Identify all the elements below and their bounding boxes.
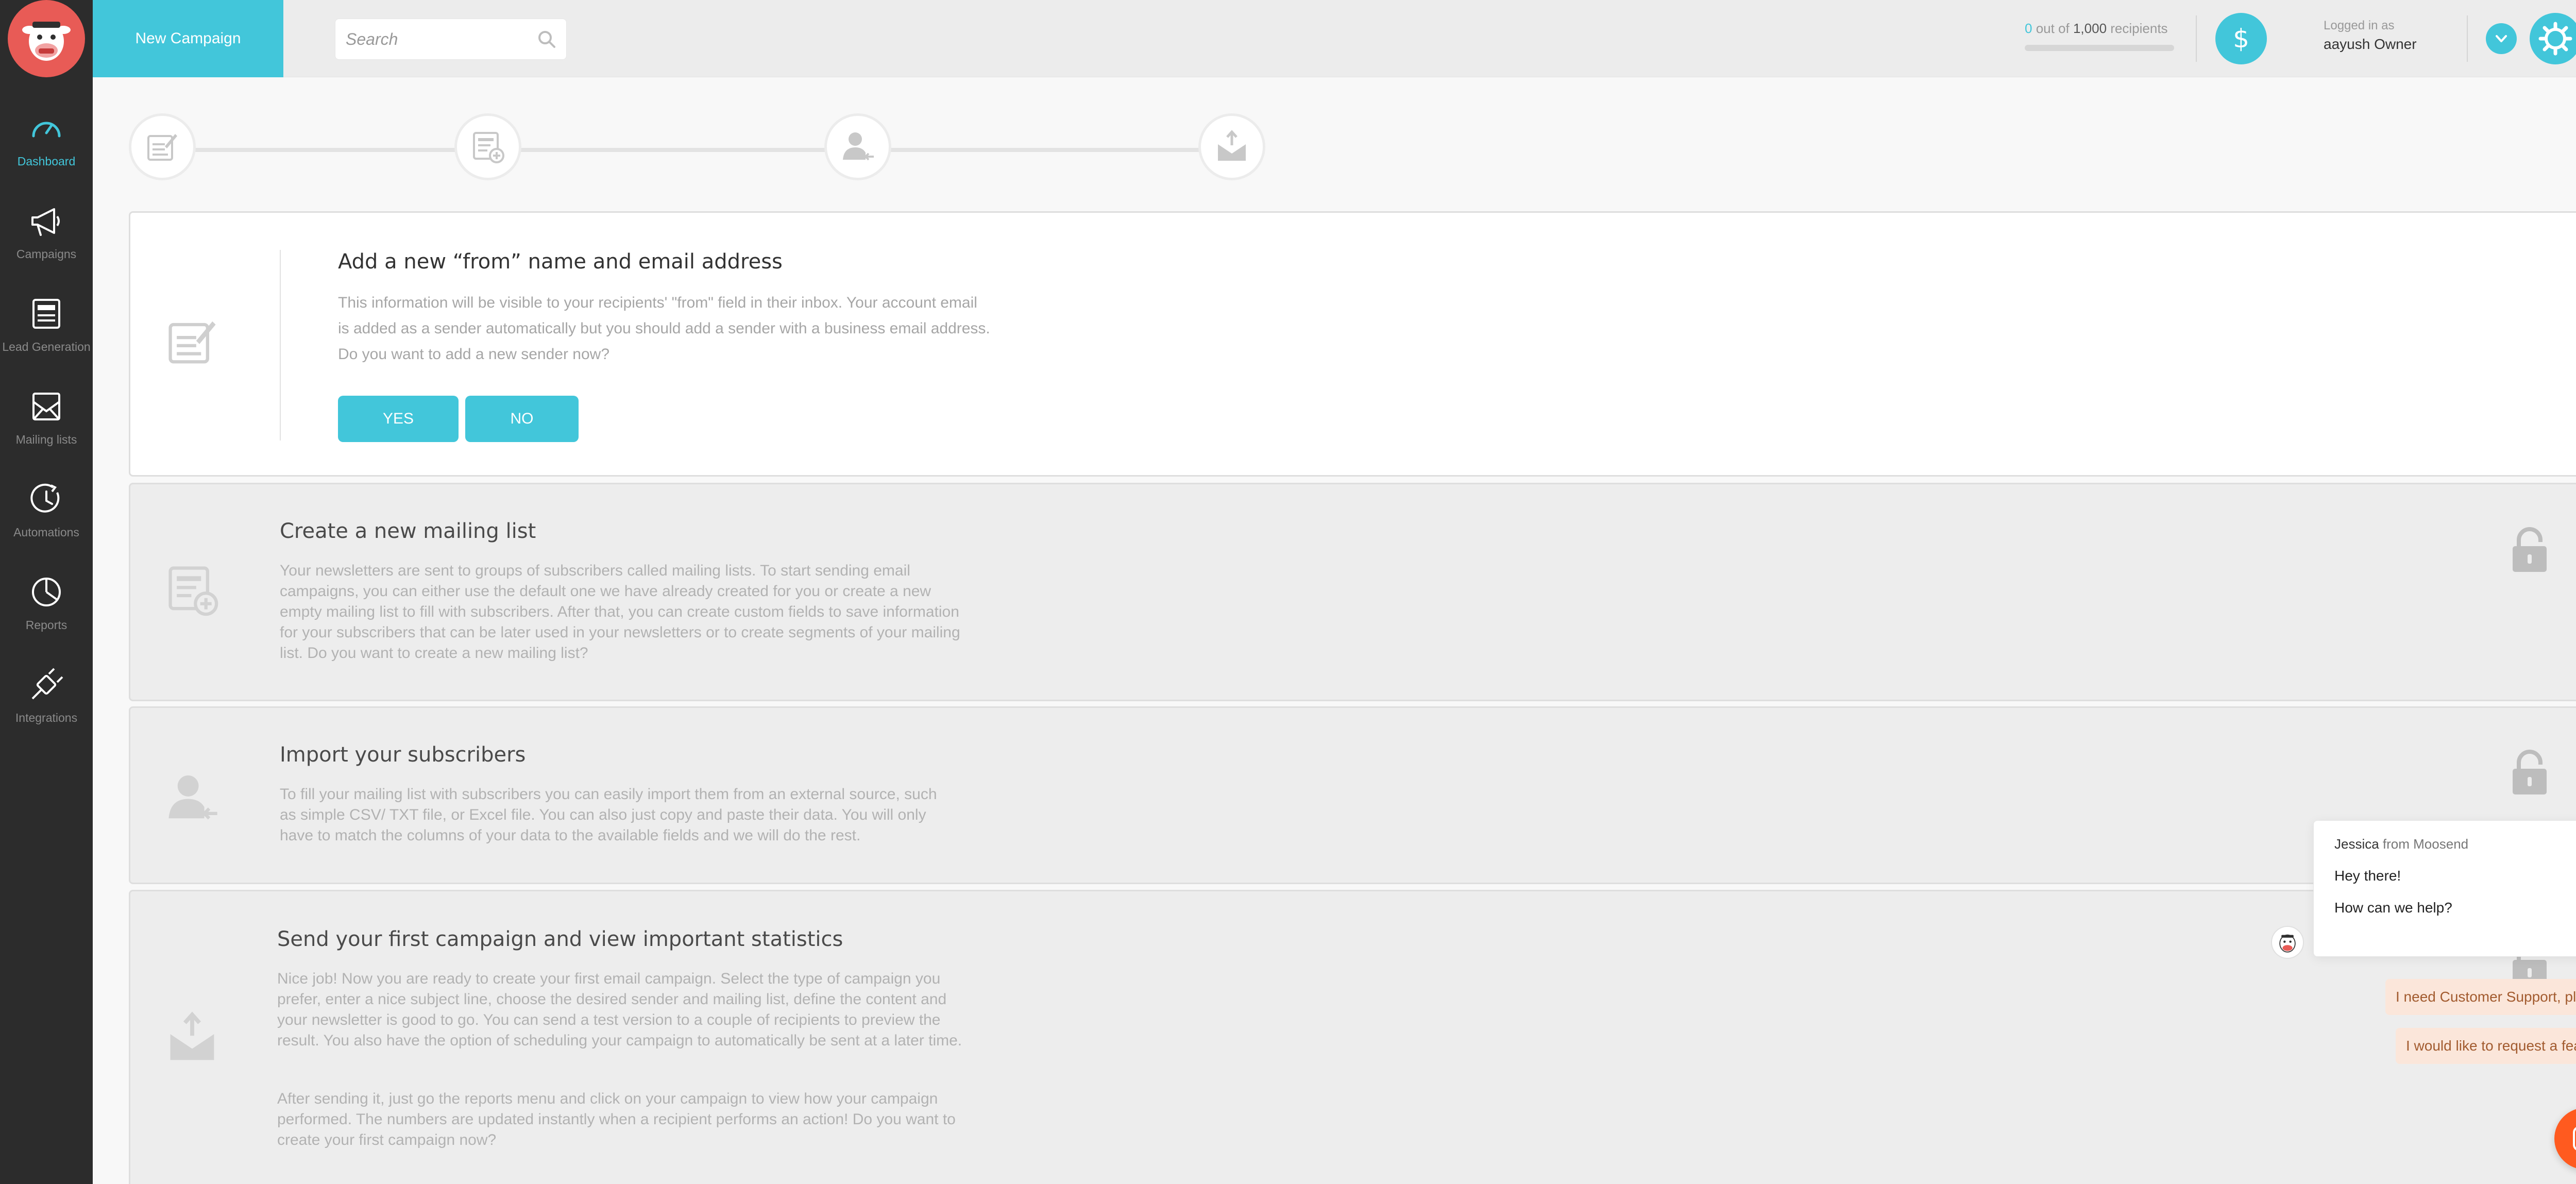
sidebar-item-label: Integrations xyxy=(15,711,78,724)
chat-message-card[interactable]: Jessica from Moosend Hey there! How can … xyxy=(2313,820,2576,957)
user-import-icon xyxy=(843,132,874,161)
card-title: Add a new “from” name and email address xyxy=(338,250,783,274)
chevron-down-icon xyxy=(2496,35,2507,42)
speedometer-icon xyxy=(32,122,61,137)
moosend-logo[interactable] xyxy=(6,0,87,77)
sidebar-item-label: Mailing lists xyxy=(15,432,77,446)
chat-sender: Jessica from Moosend xyxy=(2334,836,2469,852)
account-dropdown-button[interactable] xyxy=(2486,23,2517,54)
sender-edit-icon xyxy=(168,321,216,364)
card-description: Your newsletters are sent to groups of s… xyxy=(280,562,960,662)
user-name: aayush Owner xyxy=(2324,36,2417,52)
sidebar-item-label: Campaigns xyxy=(16,247,77,261)
recipients-progress-bar xyxy=(2025,45,2174,51)
card-description: To fill your mailing list with subscribe… xyxy=(280,786,937,844)
dollar-icon: $ xyxy=(2233,24,2249,54)
pie-chart-icon xyxy=(32,577,61,606)
sidebar-item-label: Dashboard xyxy=(17,154,76,168)
settings-button[interactable] xyxy=(2530,13,2576,64)
sidebar-item-lead-generation[interactable]: Lead Generation xyxy=(0,281,93,368)
sender-edit-icon xyxy=(147,134,177,161)
search-input[interactable] xyxy=(346,29,521,49)
yes-button[interactable]: YES xyxy=(338,396,459,442)
user-import-icon xyxy=(168,775,217,820)
search-icon[interactable] xyxy=(536,29,557,49)
search-box[interactable] xyxy=(335,19,567,60)
send-envelope-icon xyxy=(1218,130,1246,161)
quick-reply-feature[interactable]: I would like to request a feature! xyxy=(2396,1028,2576,1064)
megaphone-icon xyxy=(31,208,60,236)
step-campaign[interactable] xyxy=(1198,113,1265,180)
cow-logo-icon xyxy=(8,0,85,77)
onboarding-card-sender: Add a new “from” name and email address … xyxy=(129,211,2576,477)
lock-icon xyxy=(2513,527,2547,572)
header-divider xyxy=(2467,15,2468,62)
sidebar-item-label: Lead Generation xyxy=(2,340,91,353)
list-add-icon xyxy=(473,132,504,163)
header-divider xyxy=(2196,15,2197,62)
chat-agent-name: Jessica xyxy=(2334,836,2379,852)
card-divider xyxy=(280,250,281,441)
quick-reply-support[interactable]: I need Customer Support, please. xyxy=(2385,979,2576,1015)
onboarding-card-mailing-list: Create a new mailing list Your newslette… xyxy=(129,483,2576,701)
stepper-line xyxy=(160,148,1231,152)
logged-in-label: Logged in as xyxy=(2324,19,2395,32)
no-button[interactable]: NO xyxy=(465,396,579,442)
onboarding-card-campaign: Send your first campaign and view import… xyxy=(129,890,2576,1184)
onboarding-card-import: Import your subscribers To fill your mai… xyxy=(129,706,2576,884)
card-title: Create a new mailing list xyxy=(280,519,536,543)
plug-icon xyxy=(31,668,63,699)
chat-agent-avatar xyxy=(2271,926,2304,959)
chat-greeting: Hey there! xyxy=(2334,868,2401,884)
chat-icon xyxy=(2573,1127,2576,1151)
step-sender[interactable] xyxy=(129,113,196,180)
send-envelope-icon xyxy=(170,1011,214,1060)
new-campaign-button[interactable]: New Campaign xyxy=(93,0,283,77)
gear-icon xyxy=(2538,22,2572,56)
sidebar-item-dashboard[interactable]: Dashboard xyxy=(0,95,93,183)
list-add-icon xyxy=(168,566,218,616)
recipients-count: 0 xyxy=(2025,21,2032,36)
card-description: This information will be visible to your… xyxy=(338,294,990,363)
sidebar-item-label: Reports xyxy=(25,618,67,632)
step-mailing-list[interactable] xyxy=(454,113,521,180)
cow-avatar-icon xyxy=(2279,934,2296,953)
sidebar-item-integrations[interactable]: Integrations xyxy=(0,652,93,739)
clock-icon xyxy=(30,483,60,513)
card-description: After sending it, just go the reports me… xyxy=(277,1090,956,1148)
card-description: Nice job! Now you are ready to create yo… xyxy=(277,970,962,1049)
sidebar-item-reports[interactable]: Reports xyxy=(0,559,93,647)
lock-icon xyxy=(2513,750,2547,794)
svg-text:$: $ xyxy=(2233,24,2249,54)
sidebar-item-mailing-lists[interactable]: Mailing lists xyxy=(0,374,93,461)
card-title: Send your first campaign and view import… xyxy=(277,927,843,951)
billing-button[interactable]: $ xyxy=(2215,13,2267,64)
top-header: New Campaign 0 out of 1,000 recipients $… xyxy=(93,0,2576,77)
sidebar-item-campaigns[interactable]: Campaigns xyxy=(0,188,93,276)
envelope-icon xyxy=(32,392,60,420)
step-import[interactable] xyxy=(824,113,891,180)
sidebar-item-label: Automations xyxy=(13,525,79,539)
sidebar: Dashboard Campaigns Lead Generation Mail… xyxy=(0,0,93,1184)
chat-question: How can we help? xyxy=(2334,900,2452,916)
recipients-total: 1,000 xyxy=(2073,21,2107,36)
card-title: Import your subscribers xyxy=(280,743,526,767)
sidebar-item-automations[interactable]: Automations xyxy=(0,466,93,554)
logged-in-info: Logged in as aayush Owner xyxy=(2324,19,2417,53)
form-icon xyxy=(32,298,60,329)
